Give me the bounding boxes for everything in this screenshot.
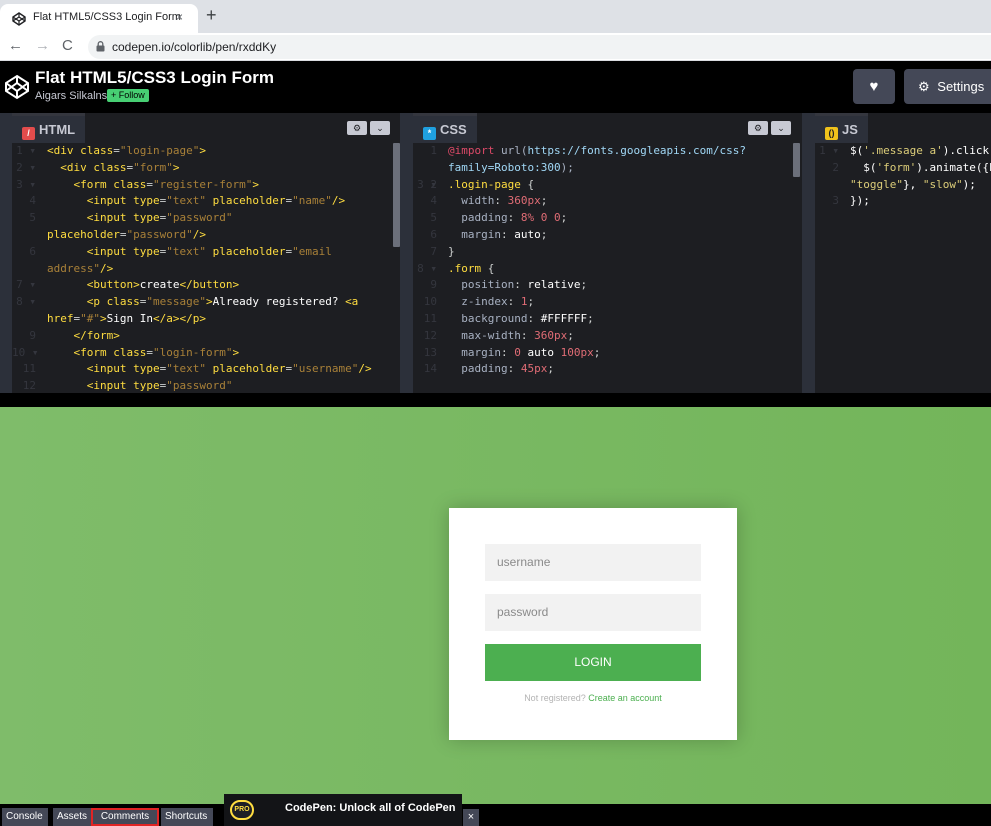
codepen-favicon-icon [12, 12, 26, 26]
html-code[interactable]: 1 ▾ <div class="login-page"> 2 ▾ <div cla… [12, 143, 400, 393]
html-editor: / HTML ⚙ ⌄ 1 ▾ <div class="login-page"> 2 … [12, 113, 400, 393]
heart-icon: ♥ [869, 78, 879, 95]
tab-html-label: HTML [39, 122, 76, 137]
js-icon: () [825, 127, 838, 140]
html-collapse-icon[interactable]: ⌄ [370, 121, 390, 135]
tab-title: Flat HTML5/CSS3 Login Form [33, 11, 181, 23]
shortcuts-button[interactable]: Shortcuts [161, 808, 213, 826]
js-editor-header: () JS [815, 113, 991, 143]
assets-button[interactable]: Assets [53, 808, 91, 826]
browser-tabstrip: Flat HTML5/CSS3 Login Form × + [0, 0, 991, 33]
password-field[interactable]: password [485, 594, 701, 631]
css-collapse-icon[interactable]: ⌄ [771, 121, 791, 135]
username-field[interactable]: username [485, 544, 701, 581]
heart-button[interactable]: ♥ [853, 69, 895, 104]
follow-button[interactable]: + Follow [107, 89, 149, 102]
pen-title[interactable]: Flat HTML5/CSS3 Login Form [35, 68, 274, 88]
html-icon: / [22, 127, 35, 140]
reload-icon[interactable]: C [62, 37, 73, 54]
css-scrollbar[interactable] [793, 143, 800, 177]
browser-tab[interactable]: Flat HTML5/CSS3 Login Form × [0, 4, 198, 33]
url-text: codepen.io/colorlib/pen/rxddKy [112, 40, 277, 54]
codepen-header: Flat HTML5/CSS3 Login Form Aigars Silkal… [0, 61, 991, 113]
tab-html[interactable]: / HTML [12, 113, 86, 143]
register-message: Not registered? Create an account [449, 693, 737, 703]
new-tab-icon[interactable]: + [206, 5, 217, 26]
register-message-text: Not registered? [524, 693, 586, 703]
url-input[interactable]: codepen.io/colorlib/pen/rxddKy [88, 35, 991, 59]
pro-badge: PRO [230, 800, 254, 820]
css-editor: * CSS ⚙ ⌄ 1 @import url(https://fonts.goog… [413, 113, 802, 393]
settings-label: Settings [937, 79, 985, 94]
gear-icon: ⚙ [918, 79, 930, 94]
resize-divider[interactable] [0, 393, 991, 407]
html-settings-icon[interactable]: ⚙ [347, 121, 367, 135]
bottom-bar: Console Assets Comments Shortcuts PRO Co… [0, 794, 991, 826]
tab-js[interactable]: () JS [815, 113, 868, 143]
promo-close-icon[interactable]: × [463, 809, 479, 826]
css-icon: * [423, 127, 436, 140]
lock-icon [96, 41, 105, 52]
codepen-logo-icon[interactable] [4, 74, 30, 100]
pen-author[interactable]: Aigars Silkalns [35, 90, 107, 102]
html-editor-header: / HTML ⚙ ⌄ [12, 113, 400, 143]
css-code[interactable]: 1 @import url(https://fonts.googleapis.co… [413, 143, 802, 393]
html-scrollbar[interactable] [393, 143, 400, 247]
promo-text: CodePen: Unlock all of CodePen [285, 802, 456, 814]
editors-area: / HTML ⚙ ⌄ 1 ▾ <div class="login-page"> 2 … [0, 113, 991, 393]
login-form: username password LOGIN Not registered? … [449, 508, 737, 740]
comments-button[interactable]: Comments [91, 808, 159, 826]
create-account-link[interactable]: Create an account [588, 693, 662, 703]
settings-button[interactable]: ⚙ Settings [904, 69, 991, 104]
login-button[interactable]: LOGIN [485, 644, 701, 681]
preview-pane: username password LOGIN Not registered? … [0, 407, 991, 804]
css-settings-icon[interactable]: ⚙ [748, 121, 768, 135]
tab-close-icon[interactable]: × [176, 10, 183, 24]
tab-js-label: JS [842, 122, 858, 137]
js-code[interactable]: 1 ▾$('.message a').click(f 2 $('form').a… [815, 143, 991, 393]
pro-promo-banner[interactable]: PRO CodePen: Unlock all of CodePen [224, 794, 462, 826]
tab-css-label: CSS [440, 122, 467, 137]
address-bar: ← → C codepen.io/colorlib/pen/rxddKy [0, 33, 991, 61]
forward-icon[interactable]: → [35, 37, 50, 54]
console-button[interactable]: Console [2, 808, 48, 826]
js-editor: () JS 1 ▾$('.message a').click(f 2 $('for… [815, 113, 991, 393]
tab-css[interactable]: * CSS [413, 113, 477, 143]
back-icon[interactable]: ← [8, 37, 23, 54]
css-editor-header: * CSS ⚙ ⌄ [413, 113, 802, 143]
